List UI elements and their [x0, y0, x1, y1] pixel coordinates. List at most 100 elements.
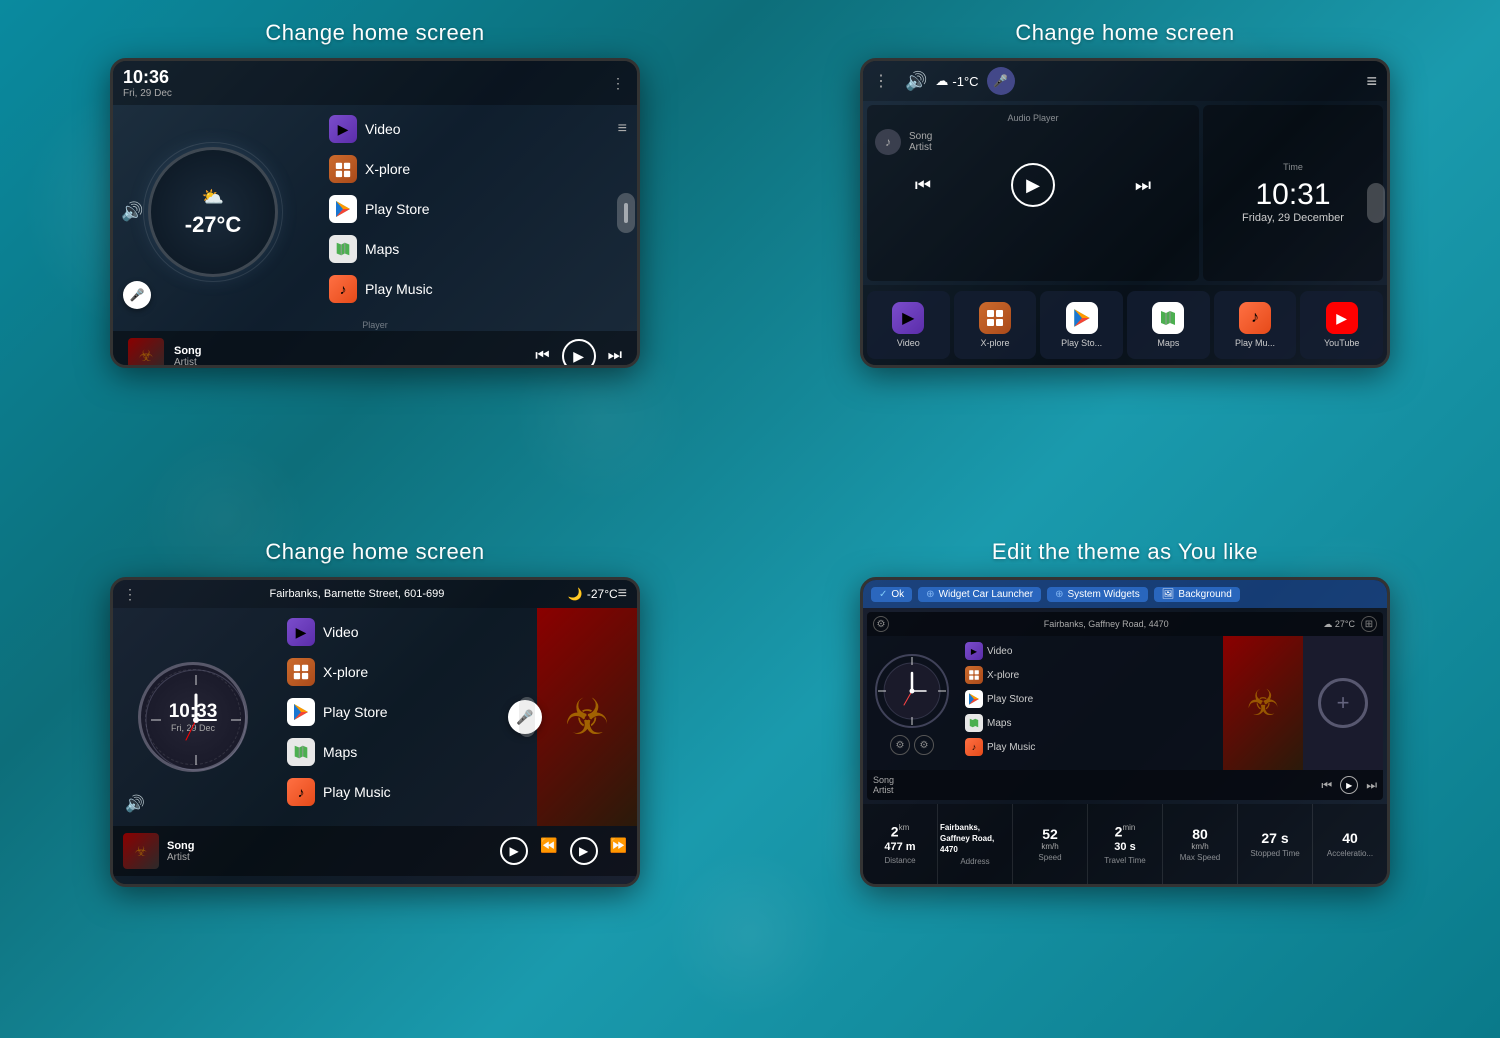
p4-play-button[interactable]: ▶: [1340, 776, 1358, 794]
phone-2-screen: ⋮ 🔊 ☁ -1°C 🎤 ≡ Audio Player ♪: [863, 61, 1387, 365]
p4-app-maps[interactable]: Maps: [961, 712, 1219, 734]
p3-scroll-handle[interactable]: [519, 697, 535, 737]
p1-weather-icon: ⛅: [202, 187, 224, 208]
p4-app-playmusic[interactable]: ♪ Play Music: [961, 736, 1219, 758]
p4-tab-background[interactable]: 🖼 Background: [1154, 587, 1240, 602]
p4-tab-system[interactable]: ⊕ System Widgets: [1047, 587, 1148, 602]
p1-scroll-thumb: [624, 203, 628, 223]
p2-app-maps[interactable]: Maps: [1127, 291, 1210, 359]
p3-dots[interactable]: ⋮: [123, 586, 138, 603]
p4-main-area: ⚙ ⚙ ▶ Video: [867, 636, 1383, 770]
p4-app-xplore[interactable]: X-plore: [961, 664, 1219, 686]
cell-4-title: Edit the theme as You like: [992, 539, 1258, 565]
p2-app-playstore[interactable]: Play Sto...: [1040, 291, 1123, 359]
p4-plus-icon-1: ⊕: [926, 589, 934, 600]
p2-app-playmusic[interactable]: ♪ Play Mu...: [1214, 291, 1297, 359]
p1-song-title: Song: [174, 345, 525, 357]
p4-inner-player-controls: ⏮ ▶ ⏭: [1321, 776, 1377, 794]
p4-inner-address: Fairbanks, Gaffney Road, 4470: [895, 619, 1317, 629]
p4-song-info: Song Artist: [873, 775, 894, 795]
p3-player-bar: ☣ Song Artist ▶ ⏪ ▶ ⏩: [113, 826, 637, 876]
p4-prev-button[interactable]: ⏮: [1321, 778, 1332, 793]
p2-scroll-handle[interactable]: [1367, 183, 1385, 223]
p4-stats-bar: 2km 477 m Distance Fairbanks, Gaffney Ro…: [863, 804, 1387, 884]
p1-time: 10:36: [123, 67, 172, 88]
p1-scroll-handle[interactable]: [617, 193, 635, 233]
p1-dots[interactable]: ⋮: [611, 75, 627, 92]
p2-next-button[interactable]: ⏭: [1135, 175, 1151, 196]
cell-2: Change home screen ⋮ 🔊 ☁ -1°C 🎤 ≡: [750, 0, 1500, 519]
p1-app-video[interactable]: ▶ Video: [323, 111, 407, 147]
p4-tab-ok[interactable]: ✓ Ok: [871, 587, 912, 602]
p4-next-button[interactable]: ⏭: [1366, 778, 1377, 793]
p3-play2-button[interactable]: ▶: [570, 837, 598, 865]
p4-control-btn-1[interactable]: ⚙: [890, 735, 910, 755]
p2-app-youtube[interactable]: ▶ YouTube: [1300, 291, 1383, 359]
p2-play-button[interactable]: ▶: [1011, 163, 1055, 207]
p3-video-icon: ▶: [287, 618, 315, 646]
p1-app-xplore[interactable]: X-plore: [323, 151, 627, 187]
stat-speed-value: 52: [1042, 826, 1058, 843]
p1-next-button[interactable]: ⏭: [608, 347, 622, 365]
p1-mic-button[interactable]: 🎤: [123, 281, 151, 309]
p3-play-button[interactable]: ▶: [500, 837, 528, 865]
stat-speed-unit: km/h: [1041, 842, 1058, 851]
main-grid: Change home screen 10:36 Fri, 29 Dec ⋮: [0, 0, 1500, 1038]
p1-app-playmusic[interactable]: ♪ Play Music: [323, 271, 627, 307]
p2-speaker-icon[interactable]: 🔊: [905, 71, 927, 92]
p2-note-icon: ♪: [875, 129, 901, 155]
p4-control-btn-2[interactable]: ⚙: [914, 735, 934, 755]
p4-gear-button[interactable]: ⚙: [873, 616, 889, 632]
p4-app-panel: ▶ Video X-plore: [957, 636, 1223, 770]
p4-tab-widget[interactable]: ⊕ Widget Car Launcher: [918, 587, 1041, 602]
p2-weather: ☁ -1°C: [935, 73, 978, 89]
stat-address: Fairbanks, Gaffney Road, 4470 Address: [938, 804, 1013, 884]
p1-date: Fri, 29 Dec: [123, 88, 172, 99]
p3-left: 10:33 Fri, 29 Dec 🔊: [113, 608, 273, 826]
p2-playmusic-label: Play Mu...: [1235, 338, 1275, 348]
p1-hamburger-icon[interactable]: ≡: [618, 120, 627, 138]
p3-fast-forward-button[interactable]: ⏩: [610, 837, 627, 865]
p4-inner-topbar: ⚙ Fairbanks, Gaffney Road, 4470 ☁ 27°C ⊞: [867, 612, 1383, 636]
p1-speaker-icon[interactable]: 🔊: [121, 202, 143, 223]
p4-app-video[interactable]: ▶ Video: [961, 640, 1219, 662]
p2-dots[interactable]: ⋮: [873, 71, 889, 91]
p4-grid-button[interactable]: ⊞: [1361, 616, 1377, 632]
p3-menu-icon[interactable]: ≡: [618, 585, 627, 603]
p2-audio-title: Audio Player: [875, 113, 1191, 123]
p4-plus-icon-2: ⊕: [1055, 589, 1063, 600]
p2-song-block: Song Artist: [909, 131, 932, 153]
p2-app-video[interactable]: ▶ Video: [867, 291, 950, 359]
p1-app-playstore[interactable]: Play Store: [323, 191, 627, 227]
p3-biohazard-icon: ☣: [565, 688, 610, 746]
p4-left-panel: ⚙ ⚙: [867, 636, 957, 770]
p4-bg-icon: 🖼: [1162, 589, 1175, 600]
p3-song-info: Song Artist: [167, 840, 195, 863]
p1-player-controls: ⏮ ▶ ⏭: [535, 339, 622, 365]
p3-rewind-button[interactable]: ⏪: [540, 837, 557, 865]
p2-prev-button[interactable]: ⏮: [915, 175, 931, 196]
p1-play-button[interactable]: ▶: [562, 339, 596, 365]
phone-1-screen: 10:36 Fri, 29 Dec ⋮ ⛅ -27°C: [113, 61, 637, 365]
p3-app-list: ▶ Video X-plore: [273, 608, 637, 826]
p2-app-xplore[interactable]: X-plore: [954, 291, 1037, 359]
p3-speaker-icon[interactable]: 🔊: [125, 794, 145, 814]
p3-album-biohazard-icon: ☣: [135, 843, 148, 860]
p1-maps-icon: [329, 235, 357, 263]
p2-cloud-icon: ☁: [935, 73, 948, 89]
p2-video-label: Video: [897, 338, 920, 348]
stat-maxspeed: 80 km/h Max Speed: [1163, 804, 1238, 884]
p2-maps-icon: [1152, 302, 1184, 334]
p2-mic-button[interactable]: 🎤: [987, 67, 1015, 95]
p1-video-icon: ▶: [329, 115, 357, 143]
p4-add-widget-button[interactable]: +: [1318, 678, 1368, 728]
p1-app-maps[interactable]: Maps: [323, 231, 627, 267]
stat-accel-value: 40: [1342, 830, 1358, 847]
stat-distance: 2km 477 m Distance: [863, 804, 938, 884]
p2-topbar: ⋮ 🔊 ☁ -1°C 🎤 ≡: [863, 61, 1387, 101]
p2-menu-icon[interactable]: ≡: [1366, 71, 1377, 92]
p1-gauge: ⛅ -27°C: [148, 147, 278, 277]
p4-app-playstore[interactable]: Play Store: [961, 688, 1219, 710]
stat-accel: 40 Acceleratio...: [1313, 804, 1387, 884]
p1-prev-button[interactable]: ⏮: [535, 347, 549, 365]
